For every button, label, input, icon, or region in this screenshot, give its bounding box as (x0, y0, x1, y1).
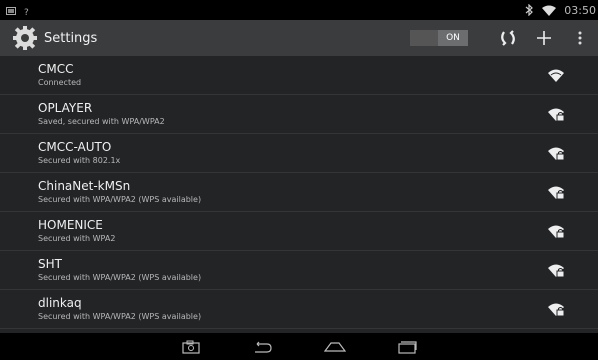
network-status: Secured with WPA/WPA2 (WPS available) (38, 273, 202, 282)
page-title: Settings (44, 30, 98, 46)
navigation-bar (0, 333, 598, 360)
network-status: Secured with 802.1x (38, 156, 121, 165)
wifi-lock-icon (548, 302, 565, 317)
wifi-status-icon (542, 1, 557, 20)
recent-apps-icon[interactable] (392, 336, 422, 358)
network-status: Secured with WPA2 (38, 234, 116, 243)
screenshot-notification-icon (6, 1, 16, 20)
network-ssid: dlinkaq (38, 296, 82, 310)
wifi-network-item[interactable]: SHT Secured with WPA/WPA2 (WPS available… (0, 251, 598, 290)
network-ssid: CMCC-AUTO (38, 140, 112, 154)
wifi-network-list: CMCC Connected OPLAYER Saved, secured wi… (0, 56, 598, 329)
wifi-lock-icon (548, 185, 565, 200)
network-status: Saved, secured with WPA/WPA2 (38, 117, 165, 126)
network-ssid: SHT (38, 257, 62, 271)
network-ssid: HOMENICE (38, 218, 103, 232)
wifi-network-item[interactable]: CMCC-AUTO Secured with 802.1x (0, 134, 598, 173)
wifi-question-icon: ? (22, 1, 32, 20)
wifi-network-item[interactable]: dlinkaq Secured with WPA/WPA2 (WPS avail… (0, 290, 598, 329)
network-status: Connected (38, 78, 82, 87)
wifi-network-item[interactable]: ChinaNet-kMSn Secured with WPA/WPA2 (WPS… (0, 173, 598, 212)
android-screen: ? 03:50 Settings ON CMCC Connected OPLAY… (0, 0, 598, 360)
wifi-lock-icon (548, 263, 565, 278)
wifi-signal-icon (548, 68, 564, 82)
back-icon[interactable] (248, 336, 278, 358)
wifi-lock-icon (548, 224, 565, 239)
wifi-network-item[interactable]: HOMENICE Secured with WPA2 (0, 212, 598, 251)
action-bar: Settings ON (0, 20, 598, 56)
wifi-toggle[interactable]: ON (410, 30, 468, 46)
network-status: Secured with WPA/WPA2 (WPS available) (38, 195, 202, 204)
status-clock: 03:50 (564, 3, 596, 17)
screenshot-icon[interactable] (176, 336, 206, 358)
wifi-network-item[interactable]: CMCC Connected (0, 56, 598, 95)
wifi-network-item[interactable]: OPLAYER Saved, secured with WPA/WPA2 (0, 95, 598, 134)
network-ssid: OPLAYER (38, 101, 93, 115)
overflow-menu-icon[interactable] (562, 20, 598, 56)
network-status: Secured with WPA/WPA2 (WPS available) (38, 312, 202, 321)
settings-gear-icon[interactable] (12, 25, 38, 51)
svg-text:?: ? (24, 8, 29, 16)
wifi-lock-icon (548, 146, 565, 161)
wifi-lock-icon (548, 107, 565, 122)
bluetooth-icon (525, 1, 534, 20)
network-ssid: ChinaNet-kMSn (38, 179, 131, 193)
status-bar: ? 03:50 (0, 0, 598, 20)
wifi-toggle-label: ON (438, 30, 468, 46)
add-icon[interactable] (526, 20, 562, 56)
network-ssid: CMCC (38, 62, 74, 76)
wps-icon[interactable] (490, 20, 526, 56)
home-icon[interactable] (320, 336, 350, 358)
